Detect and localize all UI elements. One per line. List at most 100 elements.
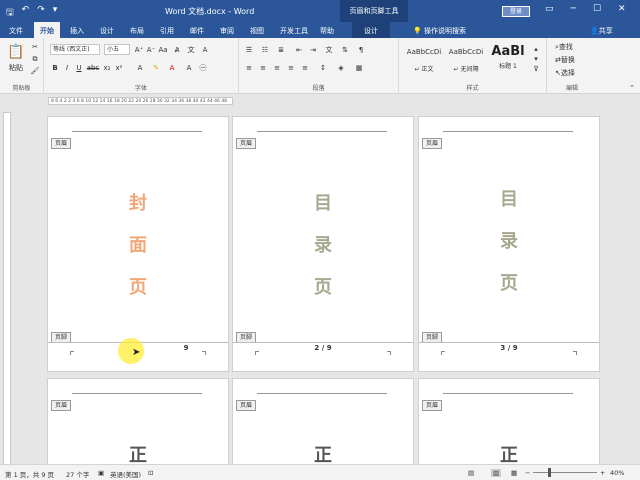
page-5[interactable]: 页眉 正 (232, 378, 414, 466)
page-6[interactable]: 页眉 正 (418, 378, 600, 466)
select-button[interactable]: ↖ 选择 (555, 68, 575, 78)
maximize-icon[interactable]: ☐ (593, 4, 601, 14)
tab-design[interactable]: 设计 (100, 26, 114, 36)
strikethrough-icon[interactable]: abc (87, 62, 100, 73)
paste-icon[interactable]: 📋 (6, 42, 26, 62)
underline-icon[interactable]: U (74, 62, 84, 73)
ruler-scale[interactable]: 8 6 4 2 2 4 6 8 10 12 14 16 18 20 22 24 … (48, 97, 233, 105)
zoom-out-icon[interactable]: − (525, 469, 530, 477)
style-no-spacing[interactable]: AaBbCcDi ↵ 无间隔 (445, 44, 487, 76)
char-border-icon[interactable]: A (200, 44, 210, 55)
tab-review[interactable]: 审阅 (220, 26, 234, 36)
proofing-icon[interactable]: ▣ (98, 469, 104, 477)
styles-group: AaBbCcDi ↵ 正文 AaBbCcDi ↵ 无间隔 AaBl 标题 1 ▴… (399, 38, 547, 94)
page-3[interactable]: 页眉 目 录 页 页脚 3 / 9 (418, 116, 600, 372)
minimize-icon[interactable]: ─ (571, 4, 576, 14)
tab-view[interactable]: 视图 (250, 26, 264, 36)
phonetic-guide-icon[interactable]: 文 (186, 44, 196, 55)
shading-icon[interactable]: ◈ (335, 62, 347, 73)
font-color-icon[interactable]: A (166, 62, 178, 73)
page-number: 3 / 9 (500, 344, 518, 352)
tab-insert[interactable]: 插入 (70, 26, 84, 36)
language-status[interactable]: 英语(美国) (110, 469, 141, 479)
align-right-icon[interactable]: ≡ (271, 62, 283, 73)
zoom-slider-thumb[interactable] (548, 468, 551, 477)
increase-indent-icon[interactable]: ⇥ (307, 44, 319, 55)
save-icon[interactable]: 🖫 (6, 5, 14, 21)
header-tag: 页眉 (422, 138, 443, 149)
find-button[interactable]: ⌕ 查找 (555, 42, 573, 52)
superscript-icon[interactable]: x² (114, 62, 124, 73)
format-painter-icon[interactable]: 🖌 (30, 66, 40, 76)
sort-icon[interactable]: ⇅ (339, 44, 351, 55)
zoom-slider[interactable] (533, 472, 597, 473)
macro-record-icon[interactable]: ⊡ (148, 469, 153, 477)
replace-button[interactable]: ⇄ 替换 (555, 55, 575, 65)
justify-icon[interactable]: ≡ (285, 62, 297, 73)
vertical-ruler[interactable] (3, 112, 11, 470)
copy-icon[interactable]: ⧉ (30, 54, 40, 64)
tab-mailings[interactable]: 邮件 (190, 26, 204, 36)
tell-me-label: 操作说明搜索 (423, 27, 466, 35)
read-mode-icon[interactable]: ▤ (468, 469, 474, 477)
styles-more-icon[interactable]: ⊽ (531, 64, 541, 74)
highlight-icon[interactable]: ✎ (150, 62, 162, 73)
tab-developer[interactable]: 开发工具 (280, 26, 308, 36)
redo-icon[interactable]: ↷ (37, 5, 45, 21)
tab-file[interactable]: 文件 (9, 26, 23, 36)
ribbon-display-icon[interactable]: ▭ (545, 4, 554, 14)
zoom-in-icon[interactable]: + (600, 469, 605, 477)
word-count[interactable]: 27 个字 (66, 469, 89, 479)
styles-scroll-down-icon[interactable]: ▾ (531, 54, 541, 64)
font-name-combo[interactable]: 等线 (西文正) (50, 44, 100, 55)
tab-header-footer-design[interactable]: 设计 (352, 22, 390, 38)
decrease-indent-icon[interactable]: ⇤ (293, 44, 305, 55)
line-spacing-icon[interactable]: ↕ (317, 62, 329, 73)
page-2[interactable]: 页眉 目 录 页 页脚 2 / 9 (232, 116, 414, 372)
char-shading-icon[interactable]: A (184, 62, 194, 73)
close-icon[interactable]: ✕ (618, 4, 626, 14)
shrink-font-icon[interactable]: A⁻ (146, 44, 156, 55)
chinese-layout-icon[interactable]: 文 (323, 44, 335, 55)
page-4[interactable]: 页眉 正 (47, 378, 229, 466)
enclose-char-icon[interactable]: ㊀ (198, 62, 208, 73)
page-1[interactable]: 页眉 封 面 页 页脚 9 (47, 116, 229, 372)
tab-help[interactable]: 帮助 (320, 26, 334, 36)
borders-icon[interactable]: ▦ (353, 62, 365, 73)
paste-button[interactable]: 粘贴 (4, 64, 28, 72)
tab-home[interactable]: 开始 (34, 22, 60, 38)
bold-icon[interactable]: B (50, 62, 60, 73)
text-effects-icon[interactable]: A (134, 62, 146, 73)
grow-font-icon[interactable]: A⁺ (134, 44, 144, 55)
tab-references[interactable]: 引用 (160, 26, 174, 36)
align-center-icon[interactable]: ≡ (257, 62, 269, 73)
customize-qat-icon[interactable]: ▾ (53, 5, 58, 21)
style-normal[interactable]: AaBbCcDi ↵ 正文 (403, 44, 445, 76)
login-button[interactable]: 登录 (502, 6, 530, 17)
clear-format-icon[interactable]: A̷ (172, 44, 182, 55)
subscript-icon[interactable]: x₂ (102, 62, 112, 73)
cut-icon[interactable]: ✂ (30, 42, 40, 52)
tab-layout[interactable]: 布局 (130, 26, 144, 36)
align-left-icon[interactable]: ≡ (243, 62, 255, 73)
page-count[interactable]: 第 1 页，共 9 页 (5, 469, 54, 479)
undo-icon[interactable]: ↶ (22, 5, 30, 21)
header-tag: 页眉 (236, 400, 257, 411)
style-heading-1[interactable]: AaBl 标题 1 (487, 44, 529, 76)
bullets-icon[interactable]: ☰ (243, 44, 255, 55)
collapse-ribbon-icon[interactable]: ⌃ (628, 84, 636, 92)
print-layout-icon[interactable]: ▥ (491, 469, 502, 477)
distributed-icon[interactable]: ≡ (299, 62, 311, 73)
web-layout-icon[interactable]: ▦ (511, 469, 517, 477)
page-char-3: 页 (129, 277, 147, 298)
styles-scroll-up-icon[interactable]: ▴ (531, 44, 541, 54)
tell-me-search[interactable]: 💡 操作说明搜索 (413, 26, 466, 36)
share-button[interactable]: 👤共享 (590, 26, 613, 36)
zoom-level[interactable]: 40% (610, 469, 624, 477)
multilevel-list-icon[interactable]: ≣ (275, 44, 287, 55)
show-marks-icon[interactable]: ¶ (355, 44, 367, 55)
numbering-icon[interactable]: ☷ (259, 44, 271, 55)
italic-icon[interactable]: I (62, 62, 72, 73)
font-size-combo[interactable]: 小五 (104, 44, 130, 55)
change-case-icon[interactable]: Aa (158, 44, 168, 55)
